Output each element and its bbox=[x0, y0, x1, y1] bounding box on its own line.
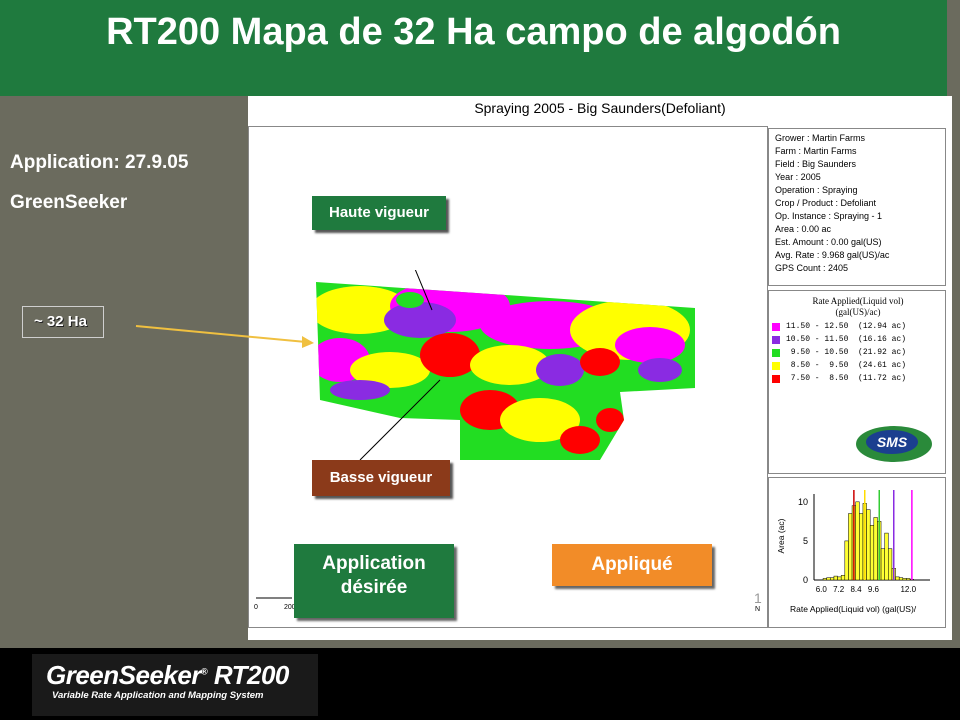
area-arrow-head bbox=[302, 336, 314, 348]
legend-label: 11.50 - 12.50 (12.94 ac) bbox=[786, 322, 907, 331]
histogram-bar bbox=[844, 540, 849, 581]
yield-map bbox=[316, 270, 695, 461]
scale-start: 0 bbox=[254, 604, 258, 611]
histogram-bar bbox=[840, 575, 846, 581]
x-tick-label: 12.0 bbox=[900, 585, 916, 594]
info-grower: Grower : Martin Farms bbox=[775, 133, 866, 143]
y-tick-label: 5 bbox=[803, 536, 808, 546]
greenseeker-logo-tagline: Variable Rate Application and Mapping Sy… bbox=[52, 690, 264, 701]
x-tick-label: 6.0 bbox=[816, 585, 828, 594]
legend-units: (gal(US)/ac) bbox=[835, 307, 881, 317]
legend-swatch bbox=[772, 362, 780, 370]
desired-application-label: Application bbox=[322, 553, 426, 574]
histogram-bar bbox=[830, 577, 835, 581]
histogram-bar bbox=[848, 513, 853, 581]
histogram-bar bbox=[898, 577, 904, 581]
sms-logo: SMS bbox=[856, 426, 932, 462]
histogram-bar bbox=[869, 525, 875, 581]
north-arrow: N bbox=[755, 606, 761, 613]
legend-swatch bbox=[772, 336, 780, 344]
histogram-bar bbox=[837, 576, 842, 581]
left-panel bbox=[0, 96, 248, 648]
slide-title: RT200 Mapa de 32 Ha campo de algodón bbox=[106, 11, 841, 53]
histogram-bar bbox=[888, 548, 893, 581]
histogram-bar bbox=[859, 513, 864, 581]
histogram-bar bbox=[873, 517, 878, 581]
legend-label: 9.50 - 10.50 (21.92 ac) bbox=[786, 348, 907, 357]
y-tick-label: 10 bbox=[798, 497, 808, 507]
histogram-bar bbox=[880, 548, 885, 581]
info-field: Field : Big Saunders bbox=[775, 159, 857, 169]
legend-swatch bbox=[772, 375, 780, 383]
histogram-bar bbox=[884, 532, 889, 581]
histogram-bar bbox=[833, 575, 838, 581]
x-tick-label: 9.6 bbox=[868, 585, 880, 594]
desired-application-label-2: désirée bbox=[340, 577, 408, 598]
histogram-bar bbox=[902, 578, 907, 581]
applied-button[interactable]: Appliqué bbox=[552, 544, 712, 586]
histogram-bar bbox=[895, 576, 900, 581]
info-est-amount: Est. Amount : 0.00 gal(US) bbox=[775, 237, 882, 247]
sms-logo-text: SMS bbox=[877, 434, 908, 450]
legend-label: 8.50 - 9.50 (24.61 ac) bbox=[786, 361, 907, 370]
x-axis-label: Rate Applied(Liquid vol) (gal(US)/ bbox=[790, 604, 917, 614]
y-axis-label: Area (ac) bbox=[776, 518, 786, 553]
desired-application-button[interactable]: Application désirée bbox=[294, 544, 454, 618]
area-label: ~ 32 Ha bbox=[34, 313, 87, 330]
greenseeker-logo-text: GreenSeeker® RT200 bbox=[46, 660, 289, 690]
histogram-bar bbox=[906, 578, 911, 581]
x-tick-label: 7.2 bbox=[833, 585, 845, 594]
info-farm: Farm : Martin Farms bbox=[775, 146, 857, 156]
high-vigor-label: Haute vigueur bbox=[312, 196, 446, 230]
area-arrow bbox=[135, 325, 314, 348]
info-operation: Operation : Spraying bbox=[775, 185, 858, 195]
info-area: Area : 0.00 ac bbox=[775, 224, 832, 234]
histogram-bar bbox=[826, 577, 831, 581]
info-gps-count: GPS Count : 2405 bbox=[775, 263, 849, 273]
legend-label: 10.50 - 11.50 (16.16 ac) bbox=[786, 335, 907, 344]
y-tick-label: 0 bbox=[803, 575, 808, 585]
field-raster bbox=[316, 282, 695, 460]
map-title: Spraying 2005 - Big Saunders(Defoliant) bbox=[474, 100, 726, 116]
info-crop: Crop / Product : Defoliant bbox=[775, 198, 877, 208]
application-date: Application: 27.9.05 bbox=[10, 152, 189, 173]
legend-swatch bbox=[772, 349, 780, 357]
rate-histogram: 0 5 10 6.0 7.2 8.4 9.6 12.0 Rate Applied(Liquid … bbox=[776, 490, 930, 614]
info-year: Year : 2005 bbox=[775, 172, 821, 182]
sensor-name: GreenSeeker bbox=[10, 192, 128, 213]
histogram-bar bbox=[866, 509, 871, 581]
histogram-bar bbox=[822, 578, 827, 581]
legend-label: 7.50 - 8.50 (11.72 ac) bbox=[786, 374, 907, 383]
histogram-bar bbox=[855, 501, 860, 581]
area-arrow-line bbox=[135, 325, 307, 343]
page-number: 1 bbox=[754, 590, 762, 606]
low-vigor-label: Basse vigueur bbox=[312, 460, 450, 496]
x-tick-label: 8.4 bbox=[850, 585, 862, 594]
info-op-instance: Op. Instance : Spraying - 1 bbox=[775, 211, 883, 221]
info-avg-rate: Avg. Rate : 9.968 gal(US)/ac bbox=[775, 250, 890, 260]
legend-title: Rate Applied(Liquid vol) bbox=[812, 296, 904, 306]
legend-swatch bbox=[772, 323, 780, 331]
